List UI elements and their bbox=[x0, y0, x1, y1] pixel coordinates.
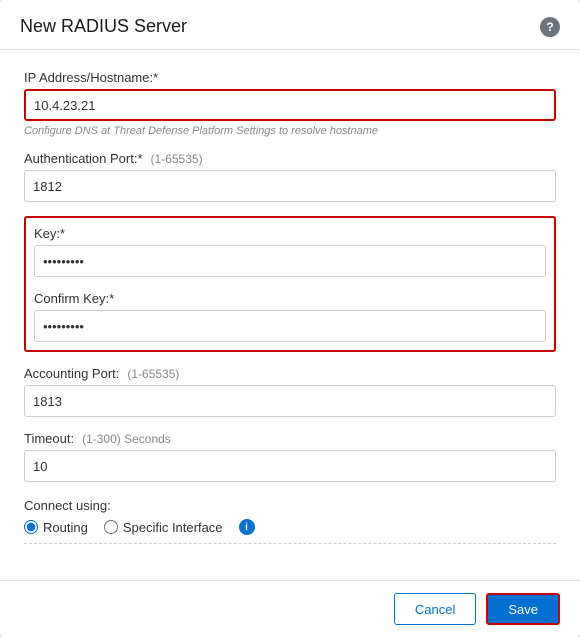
cancel-button[interactable]: Cancel bbox=[394, 593, 476, 625]
accounting-port-label-row: Accounting Port: (1-65535) bbox=[24, 366, 556, 381]
specific-interface-radio[interactable] bbox=[104, 520, 118, 534]
connect-using-info-icon[interactable]: i bbox=[239, 519, 255, 535]
key-group-highlighted: Key:* Confirm Key:* bbox=[24, 216, 556, 352]
modal-footer: Cancel Save bbox=[0, 580, 580, 637]
auth-port-label: Authentication Port:* bbox=[24, 151, 143, 166]
key-label: Key:* bbox=[34, 226, 546, 241]
accounting-port-label: Accounting Port: bbox=[24, 366, 119, 381]
help-icon[interactable]: ? bbox=[540, 17, 560, 37]
specific-interface-label: Specific Interface bbox=[123, 520, 223, 535]
modal-body: IP Address/Hostname:* Configure DNS at T… bbox=[0, 50, 580, 580]
ip-address-input[interactable] bbox=[24, 89, 556, 121]
ip-address-group: IP Address/Hostname:* Configure DNS at T… bbox=[24, 70, 556, 137]
confirm-key-group: Confirm Key:* bbox=[34, 291, 546, 342]
confirm-key-label: Confirm Key:* bbox=[34, 291, 546, 306]
auth-port-hint: (1-65535) bbox=[151, 152, 203, 166]
modal-header: New RADIUS Server ? bbox=[0, 0, 580, 50]
auth-port-group: Authentication Port:* (1-65535) bbox=[24, 151, 556, 202]
auth-port-input[interactable] bbox=[24, 170, 556, 202]
timeout-hint: (1-300) Seconds bbox=[82, 432, 171, 446]
routing-radio[interactable] bbox=[24, 520, 38, 534]
modal-title: New RADIUS Server bbox=[20, 16, 187, 37]
specific-interface-option[interactable]: Specific Interface bbox=[104, 520, 223, 535]
timeout-group: Timeout: (1-300) Seconds bbox=[24, 431, 556, 482]
save-button[interactable]: Save bbox=[486, 593, 560, 625]
separator bbox=[24, 543, 556, 544]
routing-option[interactable]: Routing bbox=[24, 520, 88, 535]
ip-address-label: IP Address/Hostname:* bbox=[24, 70, 556, 85]
key-group: Key:* bbox=[34, 226, 546, 277]
confirm-key-input[interactable] bbox=[34, 310, 546, 342]
connect-using-label: Connect using: bbox=[24, 498, 556, 513]
accounting-port-group: Accounting Port: (1-65535) bbox=[24, 366, 556, 417]
accounting-port-input[interactable] bbox=[24, 385, 556, 417]
connect-using-section: Connect using: Routing Specific Interfac… bbox=[24, 498, 556, 535]
new-radius-server-modal: New RADIUS Server ? IP Address/Hostname:… bbox=[0, 0, 580, 637]
timeout-label-row: Timeout: (1-300) Seconds bbox=[24, 431, 556, 446]
key-input[interactable] bbox=[34, 245, 546, 277]
connect-using-radio-group: Routing Specific Interface i bbox=[24, 519, 556, 535]
accounting-port-hint: (1-65535) bbox=[127, 367, 179, 381]
routing-label: Routing bbox=[43, 520, 88, 535]
dns-hint: Configure DNS at Threat Defense Platform… bbox=[24, 125, 556, 137]
timeout-label: Timeout: bbox=[24, 431, 74, 446]
timeout-input[interactable] bbox=[24, 450, 556, 482]
auth-port-label-row: Authentication Port:* (1-65535) bbox=[24, 151, 556, 166]
